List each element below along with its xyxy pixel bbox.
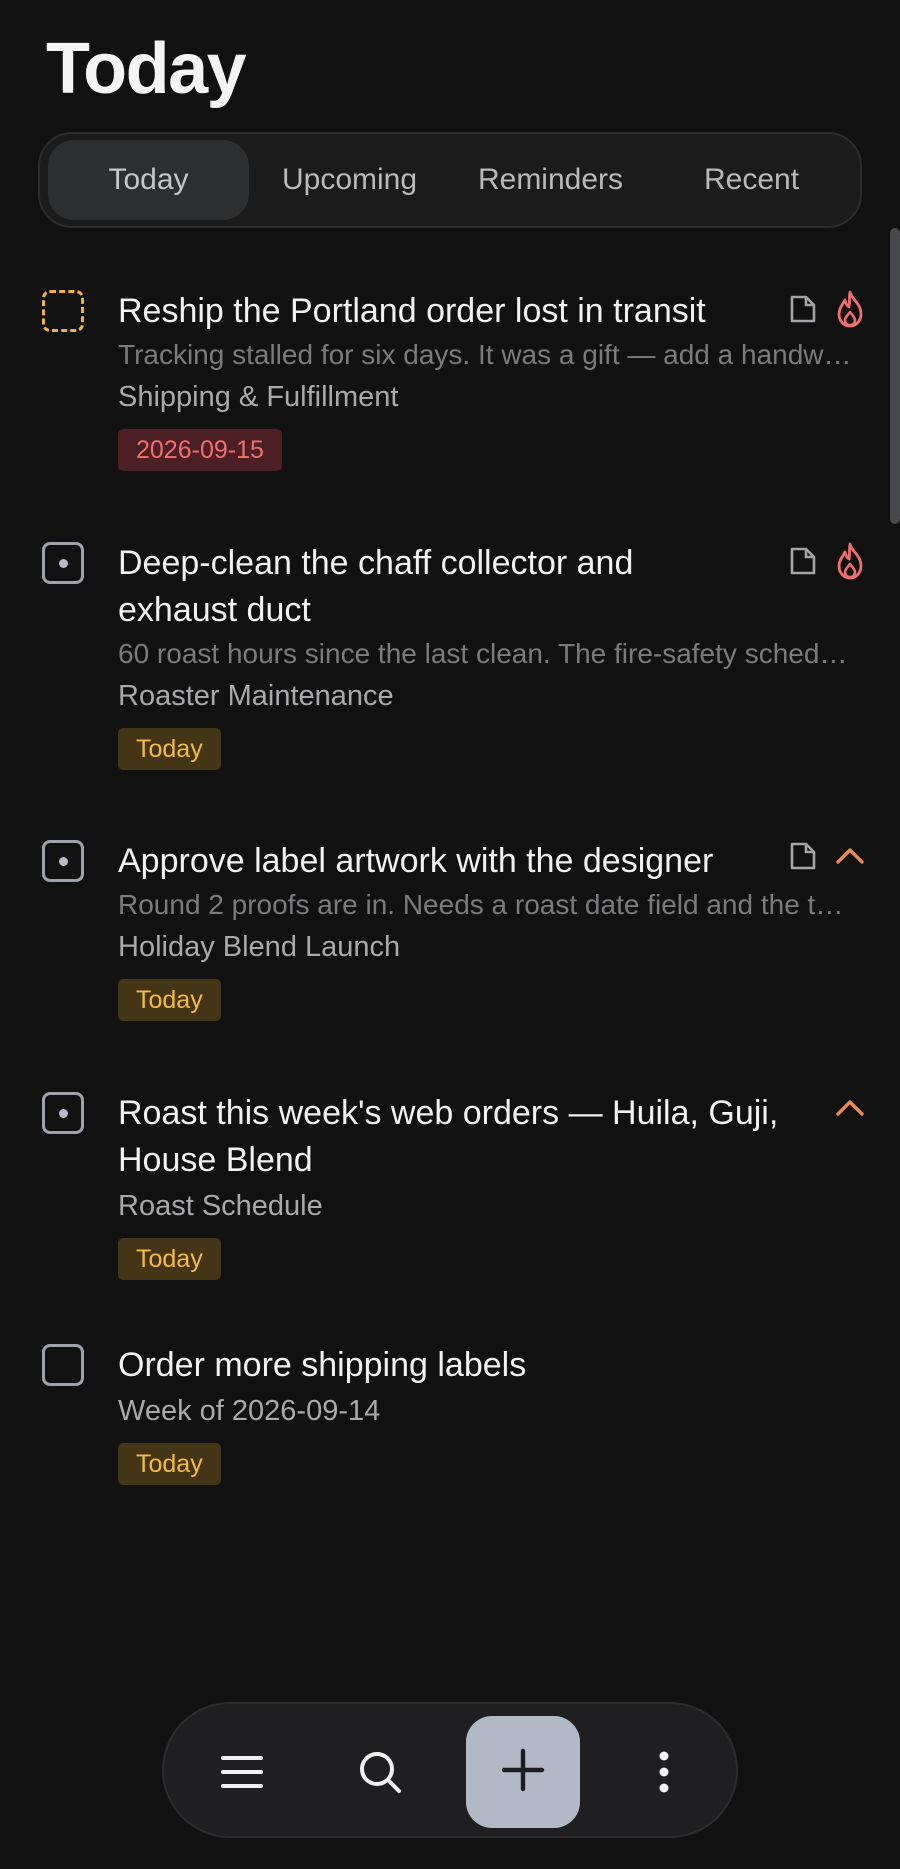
add-button[interactable] [466,1716,580,1828]
chevron-up-icon [834,1092,866,1124]
task-description: Tracking stalled for six days. It was a … [118,339,858,370]
task-checkbox[interactable] [42,542,84,584]
task-title: Approve label artwork with the designer [118,842,714,880]
due-date-badge: Today [118,1238,221,1280]
task-description: Round 2 proofs are in. Needs a roast dat… [118,889,858,920]
menu-icon[interactable] [192,1722,292,1822]
chevron-up-icon [834,840,866,872]
task-title: Order more shipping labels [118,1346,527,1384]
task-body[interactable]: Approve label artwork with the designer … [118,838,858,1021]
checkbox-dot [58,558,68,568]
task-title: Roast this week's web orders — Huila, Gu… [118,1094,779,1179]
task-project: Roaster Maintenance [118,680,394,712]
flame-icon [834,290,866,328]
more-vertical-icon[interactable] [614,1722,714,1822]
due-date-badge: Today [118,1443,221,1485]
tab-upcoming[interactable]: Upcoming [249,140,450,220]
due-date-badge: Today [118,979,221,1021]
note-icon [788,294,818,324]
due-date-badge: 2026-09-15 [118,429,282,471]
task-title: Reship the Portland order lost in transi… [118,292,706,330]
bottom-bar [162,1702,738,1838]
task-title: Deep-clean the chaff collector and exhau… [118,544,634,629]
task-project: Roast Schedule [118,1190,323,1222]
task-project: Week of 2026-09-14 [118,1395,381,1427]
checkbox-dot [58,856,68,866]
note-icon [788,841,818,871]
task-project: Shipping & Fulfillment [118,381,399,413]
search-icon[interactable] [330,1722,430,1822]
checkbox-dot [58,1108,68,1118]
task-checkbox[interactable] [42,1092,84,1134]
task-checkbox[interactable] [42,290,84,332]
due-date-badge: Today [118,728,221,770]
add-icon [501,1748,545,1797]
task-body[interactable]: Deep-clean the chaff collector and exhau… [118,540,858,770]
task-description: 60 roast hours since the last clean. The… [118,638,858,669]
task-project: Holiday Blend Launch [118,931,401,963]
tab-bar: Today Upcoming Reminders Recent [38,132,862,228]
today-screen: Today Today Upcoming Reminders Recent Re… [0,0,900,1869]
tab-today[interactable]: Today [48,140,249,220]
task-checkbox[interactable] [42,840,84,882]
page-title: Today [46,29,247,109]
note-icon [788,546,818,576]
scrollbar[interactable] [890,228,900,524]
flame-icon [834,542,866,580]
task-body[interactable]: Roast this week's web orders — Huila, Gu… [118,1090,858,1280]
task-checkbox[interactable] [42,1344,84,1386]
task-body[interactable]: Reship the Portland order lost in transi… [118,288,858,471]
task-body[interactable]: Order more shipping labels Week of 2026-… [118,1342,858,1485]
tab-reminders[interactable]: Reminders [450,140,651,220]
tab-recent[interactable]: Recent [651,140,852,220]
